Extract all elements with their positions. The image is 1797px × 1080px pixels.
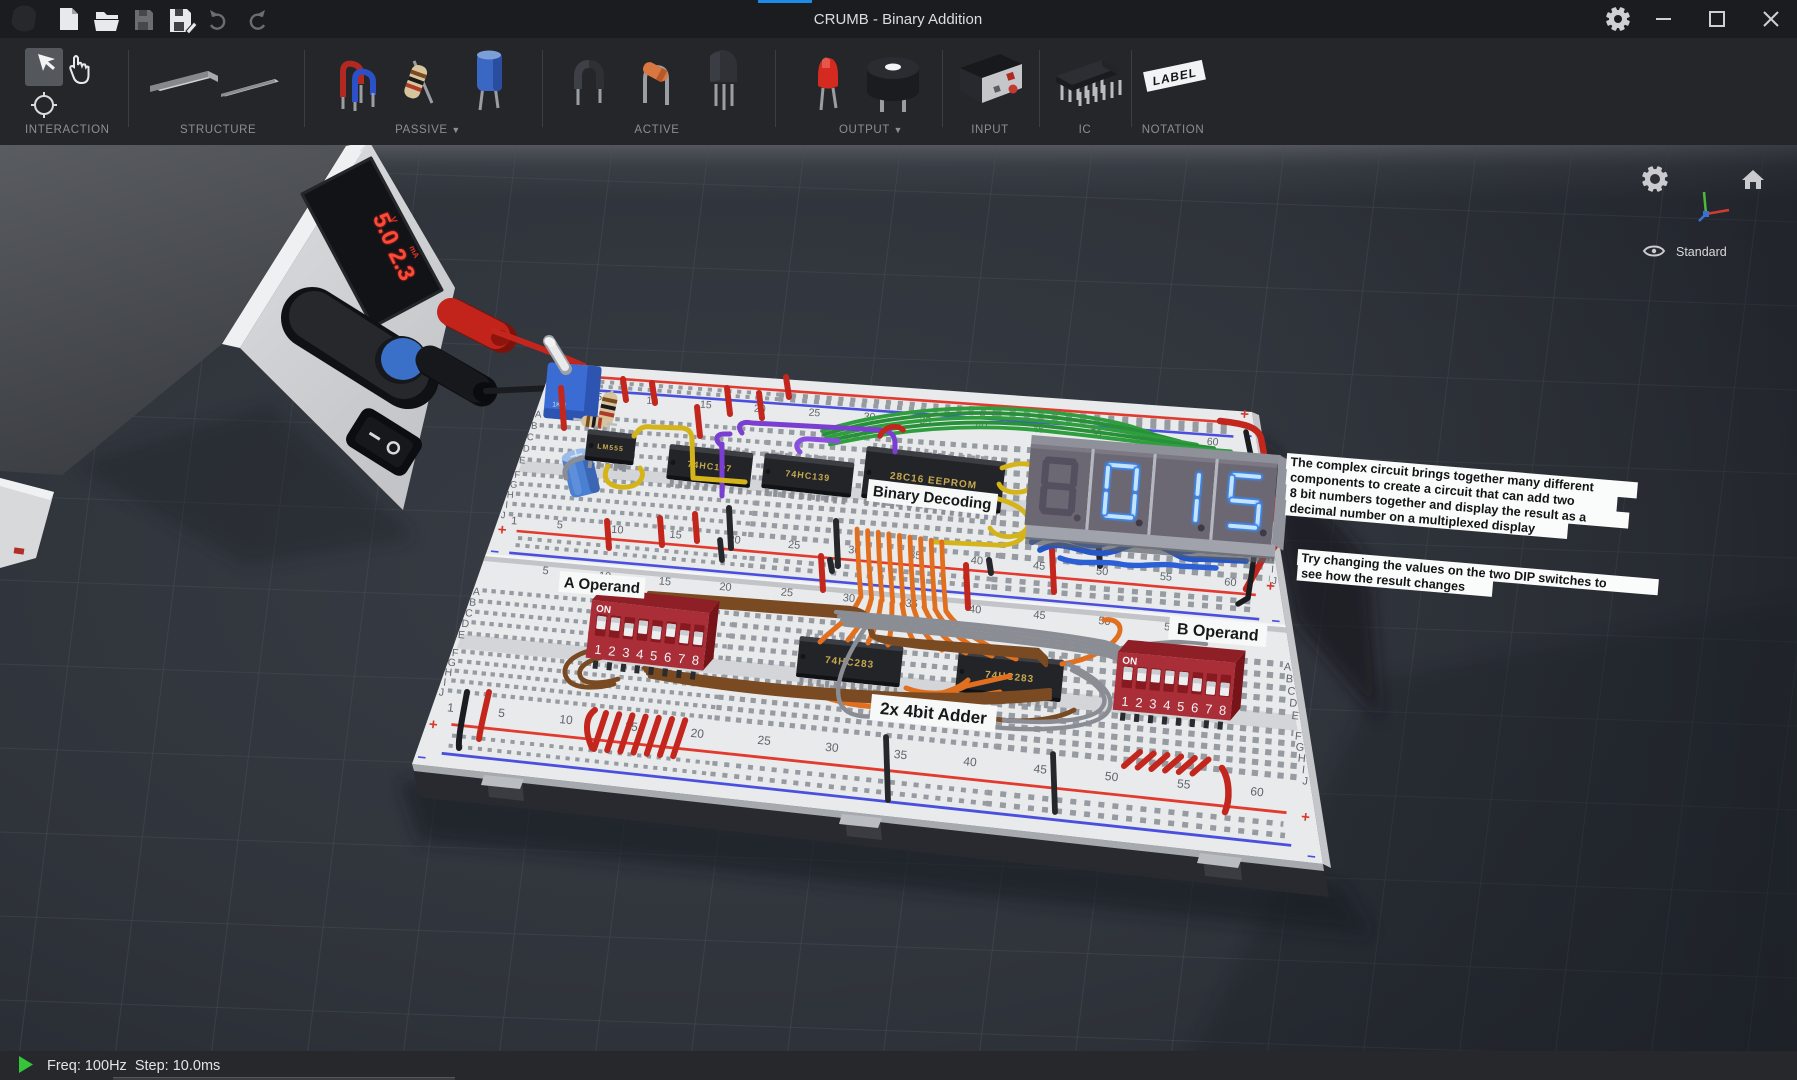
svg-text:15: 15 bbox=[669, 529, 682, 542]
svg-text:50: 50 bbox=[1104, 769, 1119, 784]
svg-text:−: − bbox=[489, 543, 499, 561]
svg-text:+: + bbox=[497, 521, 507, 539]
svg-text:E: E bbox=[519, 455, 526, 466]
svg-text:7: 7 bbox=[1204, 701, 1213, 717]
svg-text:20: 20 bbox=[690, 726, 705, 741]
svg-text:E: E bbox=[1291, 710, 1299, 723]
svg-text:CRUMB - Binary Addition: CRUMB - Binary Addition bbox=[814, 11, 982, 28]
svg-text:C: C bbox=[526, 432, 534, 444]
svg-text:B: B bbox=[1285, 673, 1293, 686]
svg-text:Standard: Standard bbox=[1676, 245, 1727, 259]
svg-text:D: D bbox=[1289, 697, 1298, 710]
svg-text:D: D bbox=[522, 443, 530, 455]
svg-text:5: 5 bbox=[556, 519, 563, 531]
svg-text:45: 45 bbox=[1033, 560, 1046, 573]
svg-text:+: + bbox=[1265, 578, 1275, 596]
svg-text:+: + bbox=[1240, 406, 1250, 424]
svg-text:45: 45 bbox=[1033, 762, 1048, 777]
svg-text:10: 10 bbox=[611, 524, 624, 537]
svg-text:35: 35 bbox=[893, 747, 908, 762]
svg-text:E: E bbox=[457, 629, 465, 642]
svg-text:4: 4 bbox=[1163, 697, 1172, 713]
svg-text:5: 5 bbox=[1177, 699, 1186, 715]
svg-text:3: 3 bbox=[1149, 696, 1158, 712]
svg-text:55: 55 bbox=[1176, 776, 1191, 791]
svg-text:2: 2 bbox=[1135, 695, 1144, 711]
svg-text:−: − bbox=[1271, 613, 1281, 631]
svg-text:15: 15 bbox=[658, 575, 671, 588]
svg-text:C: C bbox=[1287, 685, 1296, 698]
svg-text:6: 6 bbox=[1190, 700, 1199, 716]
svg-text:1: 1 bbox=[1121, 694, 1130, 710]
svg-text:25: 25 bbox=[788, 539, 801, 552]
svg-text:1: 1 bbox=[511, 515, 518, 527]
svg-text:30: 30 bbox=[842, 592, 855, 605]
svg-text:25: 25 bbox=[808, 407, 821, 420]
svg-text:20: 20 bbox=[719, 581, 732, 594]
svg-text:5: 5 bbox=[542, 565, 549, 578]
svg-text:45: 45 bbox=[1033, 609, 1046, 622]
svg-text:Freq: 100Hz Step: 10.0ms: Freq: 100Hz Step: 10.0ms bbox=[47, 1058, 220, 1074]
svg-text:40: 40 bbox=[963, 754, 978, 769]
svg-text:60: 60 bbox=[1224, 576, 1237, 589]
svg-text:40: 40 bbox=[970, 555, 983, 568]
svg-text:55: 55 bbox=[1159, 571, 1172, 584]
svg-text:25: 25 bbox=[757, 733, 772, 748]
svg-text:10: 10 bbox=[559, 712, 574, 727]
svg-text:60: 60 bbox=[1250, 784, 1265, 799]
svg-text:15: 15 bbox=[700, 399, 713, 412]
svg-text:25: 25 bbox=[780, 586, 793, 599]
svg-text:B: B bbox=[531, 421, 538, 432]
svg-text:30: 30 bbox=[825, 740, 840, 755]
svg-text:8: 8 bbox=[1218, 702, 1227, 718]
